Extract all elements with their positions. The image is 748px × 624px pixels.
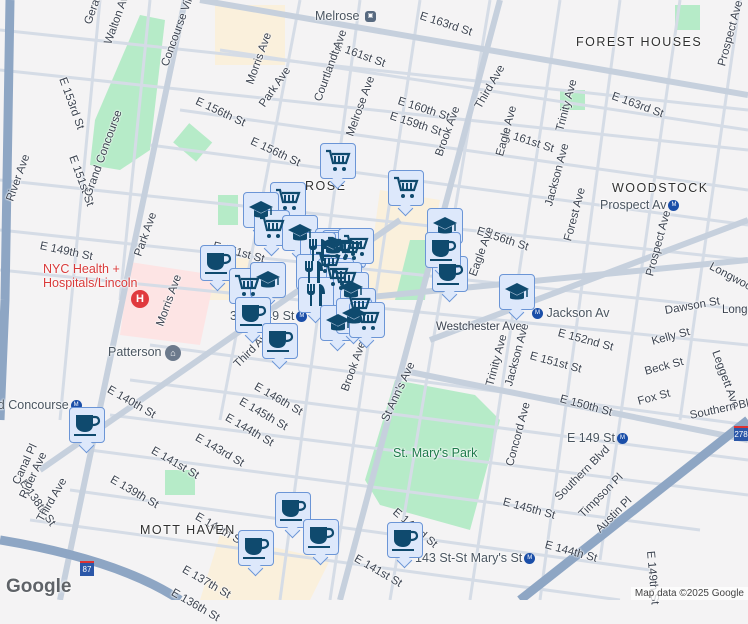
- map-marker-coffee[interactable]: [262, 323, 298, 359]
- map-marker-coffee[interactable]: [69, 407, 105, 443]
- grocery-icon: [344, 234, 369, 256]
- hospital-icon[interactable]: H: [131, 290, 149, 308]
- restaurant-icon: [307, 284, 325, 306]
- station-label: Jackson Av: [546, 306, 610, 320]
- station-jackson-av[interactable]: M Jackson Av: [530, 306, 610, 320]
- station-melrose[interactable]: Melrose ▣: [315, 9, 376, 23]
- highway-shield-icon: 87: [80, 561, 94, 576]
- neighborhood-label: WOODSTOCK: [612, 181, 709, 195]
- subway-icon: M: [668, 200, 680, 212]
- coffee-icon: [392, 530, 419, 551]
- coffee-icon: [308, 527, 335, 548]
- station-143-st[interactable]: 143 St-St Mary's St M: [415, 551, 536, 565]
- school-icon: [433, 217, 457, 234]
- map-marker-school[interactable]: [499, 274, 535, 310]
- library-icon: ⌂: [165, 345, 181, 361]
- google-logo: Google: [6, 576, 72, 597]
- library-name: Patterson: [108, 345, 162, 359]
- subway-icon: M: [616, 433, 628, 445]
- subway-icon: M: [524, 553, 536, 565]
- train-icon: ▣: [364, 11, 376, 23]
- coffee-icon: [280, 500, 307, 521]
- grocery-icon: [326, 149, 351, 171]
- station-label: Melrose: [315, 9, 360, 23]
- school-icon: [256, 271, 280, 288]
- map-attribution[interactable]: Map data ©2025 Google: [630, 587, 748, 600]
- station-label: Grand Concourse: [0, 398, 69, 412]
- neighborhood-label: MOTT HAVEN: [140, 523, 236, 537]
- highway-shield-icon: 278: [734, 426, 748, 441]
- park: [173, 123, 213, 162]
- subway-icon: M: [532, 308, 543, 320]
- coffee-icon: [205, 253, 232, 274]
- map-marker-coffee[interactable]: [387, 522, 423, 558]
- station-prospect-av[interactable]: Prospect Av M: [600, 198, 680, 212]
- map-marker-grocery[interactable]: [388, 170, 424, 206]
- coffee-icon: [267, 331, 294, 352]
- neighborhood-label: FOREST HOUSES: [576, 35, 703, 49]
- coffee-icon: [240, 305, 267, 326]
- station-label: E 149 St: [567, 431, 615, 445]
- grocery-icon: [355, 308, 380, 330]
- grocery-icon: [276, 188, 301, 210]
- park: [218, 195, 238, 225]
- street-label: Long: [722, 304, 748, 316]
- map-marker-coffee[interactable]: [238, 530, 274, 566]
- coffee-icon: [74, 415, 101, 436]
- coffee-icon: [430, 240, 457, 261]
- map-marker-coffee[interactable]: [303, 519, 339, 555]
- grocery-icon: [394, 176, 419, 198]
- school-icon: [505, 283, 529, 300]
- street-label: Westchester Ave: [436, 321, 522, 333]
- map-marker-grocery[interactable]: [349, 302, 385, 338]
- station-label: 143 St-St Mary's St: [415, 551, 523, 565]
- hospital-label[interactable]: NYC Health + Hospitals/Lincoln: [43, 262, 138, 290]
- grocery-icon: [260, 216, 285, 238]
- library-label[interactable]: Patterson ⌂: [108, 345, 181, 361]
- park-label[interactable]: St. Mary's Park: [393, 446, 477, 460]
- station-e-149-st[interactable]: E 149 St M: [567, 431, 628, 445]
- station-label: Prospect Av: [600, 198, 667, 212]
- map-marker-grocery[interactable]: [320, 143, 356, 179]
- hospital-name: NYC Health + Hospitals/Lincoln: [43, 262, 138, 290]
- coffee-icon: [243, 538, 270, 559]
- coffee-icon: [437, 264, 464, 285]
